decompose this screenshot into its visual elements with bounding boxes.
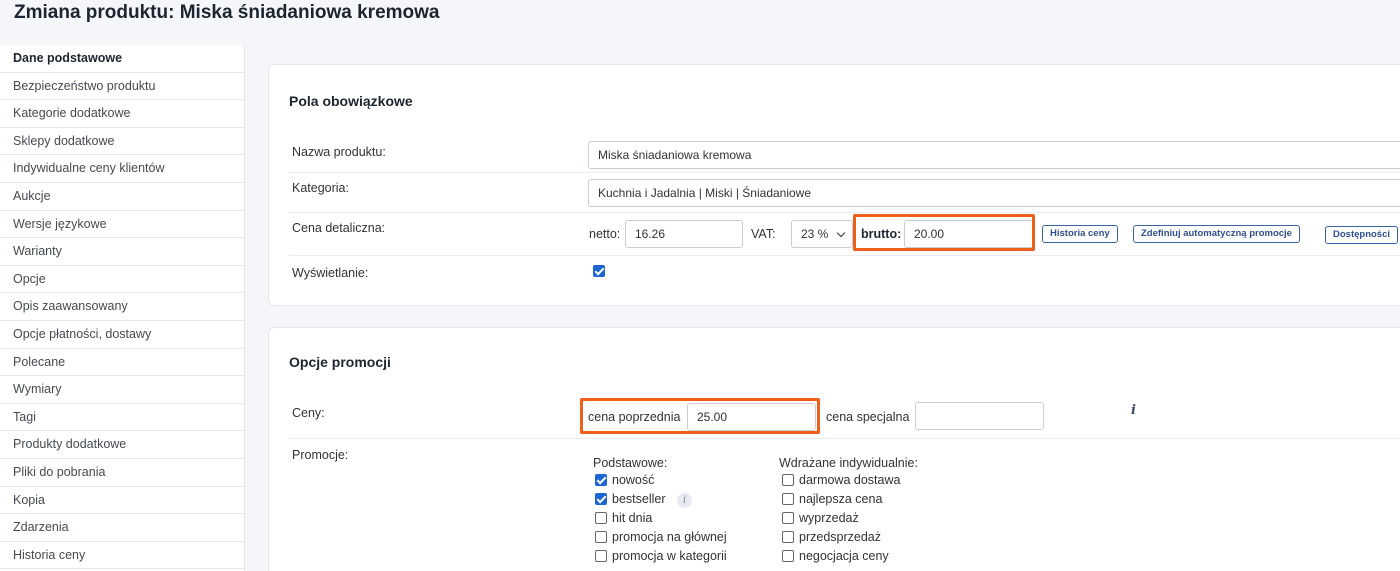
nowosc-checkbox[interactable]	[595, 474, 607, 486]
promo-prices-label: Ceny:	[292, 406, 325, 420]
vat-label: VAT:	[751, 227, 776, 241]
wyprzedaz-label: wyprzedaż	[799, 511, 859, 525]
najlepsza-cena-checkbox[interactable]	[782, 493, 794, 505]
product-name-input[interactable]: Miska śniadaniowa kremowa	[588, 141, 1400, 169]
sidebar-item-opcje[interactable]: Opcje	[0, 266, 244, 294]
glowna-label: promocja na głównej	[612, 530, 727, 544]
sidebar-item-platnosci-dostawy[interactable]: Opcje płatności, dostawy	[0, 321, 244, 349]
sidebar-item-sklepy-dodatkowe[interactable]: Sklepy dodatkowe	[0, 128, 244, 156]
promotion-options-title: Opcje promocji	[289, 354, 391, 370]
sidebar-item-wymiary[interactable]: Wymiary	[0, 376, 244, 404]
price-history-button[interactable]: Historia ceny	[1042, 225, 1118, 243]
wyprzedaz-checkbox[interactable]	[782, 512, 794, 524]
najlepsza-cena-label: najlepsza cena	[799, 492, 883, 506]
basic-promotions-header: Podstawowe:	[593, 456, 668, 470]
sidebar-nav: Dane podstawowe Bezpieczeństwo produktu …	[0, 45, 245, 571]
display-checkbox[interactable]	[593, 265, 605, 277]
sidebar-item-produkty-dodatkowe[interactable]: Produkty dodatkowe	[0, 431, 244, 459]
special-price-input[interactable]	[915, 402, 1044, 430]
glowna-checkbox[interactable]	[595, 531, 607, 543]
retail-price-label: Cena detaliczna:	[292, 221, 386, 235]
sidebar-item-opis-zaawansowany[interactable]: Opis zaawansowany	[0, 293, 244, 321]
display-row: Wyświetlanie:	[289, 256, 1400, 292]
netto-label: netto:	[589, 227, 621, 241]
sidebar-item-polecane[interactable]: Polecane	[0, 349, 244, 377]
availability-button[interactable]: Dostępności	[1325, 226, 1399, 244]
product-name-row: Nazwa produktu: Miska śniadaniowa kremow…	[289, 133, 1400, 173]
netto-input[interactable]: 16.26	[625, 220, 743, 248]
sidebar-item-dane-podstawowe[interactable]: Dane podstawowe	[0, 45, 244, 73]
kategoria-checkbox[interactable]	[595, 550, 607, 562]
darmowa-dostawa-label: darmowa dostawa	[799, 473, 901, 487]
hit-dnia-checkbox[interactable]	[595, 512, 607, 524]
sidebar-item-aukcje[interactable]: Aukcje	[0, 183, 244, 211]
bestseller-info-icon[interactable]: i	[677, 493, 692, 508]
promotions-label: Promocje:	[292, 448, 349, 462]
bestseller-label: bestseller	[612, 492, 666, 506]
hit-dnia-label: hit dnia	[612, 511, 653, 525]
chevron-down-icon	[836, 228, 846, 238]
promo-prices-row: Ceny: cena poprzednia 25.00 cena specjal…	[289, 396, 1400, 439]
required-fields-card: Pola obowiązkowe Nazwa produktu: Miska ś…	[268, 64, 1400, 306]
brutto-highlight	[853, 214, 1035, 251]
vat-value: 23 %	[801, 227, 829, 241]
bestseller-checkbox[interactable]	[595, 493, 607, 505]
auto-promo-button[interactable]: Zdefiniuj automatyczną promocje	[1133, 225, 1300, 243]
custom-promotions-header: Wdrażane indywidualnie:	[779, 456, 918, 470]
category-label: Kategoria:	[292, 181, 349, 195]
special-price-label: cena specjalna	[826, 410, 910, 424]
promotions-row: Promocje: Podstawowe: nowość bestseller …	[289, 439, 1400, 569]
category-input[interactable]: Kuchnia i Jadalnia | Miski | Śniadaniowe	[588, 179, 1400, 207]
negocjacja-label: negocjacja ceny	[799, 549, 889, 563]
przedsprzedaz-label: przedsprzedaż	[799, 530, 881, 544]
required-fields-title: Pola obowiązkowe	[289, 93, 413, 109]
sidebar-item-kopia[interactable]: Kopia	[0, 487, 244, 515]
retail-price-row: Cena detaliczna: netto: 16.26 VAT: 23 % …	[289, 213, 1400, 256]
sidebar-item-wersje-jezykowe[interactable]: Wersje językowe	[0, 211, 244, 239]
info-icon[interactable]: i	[1131, 403, 1136, 418]
sidebar-item-warianty[interactable]: Warianty	[0, 238, 244, 266]
przedsprzedaz-checkbox[interactable]	[782, 531, 794, 543]
sidebar-item-pliki-do-pobrania[interactable]: Pliki do pobrania	[0, 459, 244, 487]
previous-price-highlight	[580, 398, 820, 434]
negocjacja-checkbox[interactable]	[782, 550, 794, 562]
page-title: Zmiana produktu: Miska śniadaniowa kremo…	[14, 2, 440, 23]
promotion-options-card: Opcje promocji Ceny: cena poprzednia 25.…	[268, 327, 1400, 571]
sidebar-item-tagi[interactable]: Tagi	[0, 404, 244, 432]
category-row: Kategoria: Kuchnia i Jadalnia | Miski | …	[289, 173, 1400, 213]
product-name-label: Nazwa produktu:	[292, 145, 386, 159]
vat-select[interactable]: 23 %	[791, 220, 853, 248]
sidebar-item-bezpieczenstwo[interactable]: Bezpieczeństwo produktu	[0, 73, 244, 101]
darmowa-dostawa-checkbox[interactable]	[782, 474, 794, 486]
nowosc-label: nowość	[612, 473, 655, 487]
display-label: Wyświetlanie:	[292, 266, 369, 280]
sidebar-item-historia-ceny[interactable]: Historia ceny	[0, 542, 244, 570]
sidebar-item-kategorie-dodatkowe[interactable]: Kategorie dodatkowe	[0, 100, 244, 128]
kategoria-label: promocja w kategorii	[612, 549, 727, 563]
sidebar-item-ceny-klientow[interactable]: Indywidualne ceny klientów	[0, 155, 244, 183]
sidebar-item-zdarzenia[interactable]: Zdarzenia	[0, 514, 244, 542]
